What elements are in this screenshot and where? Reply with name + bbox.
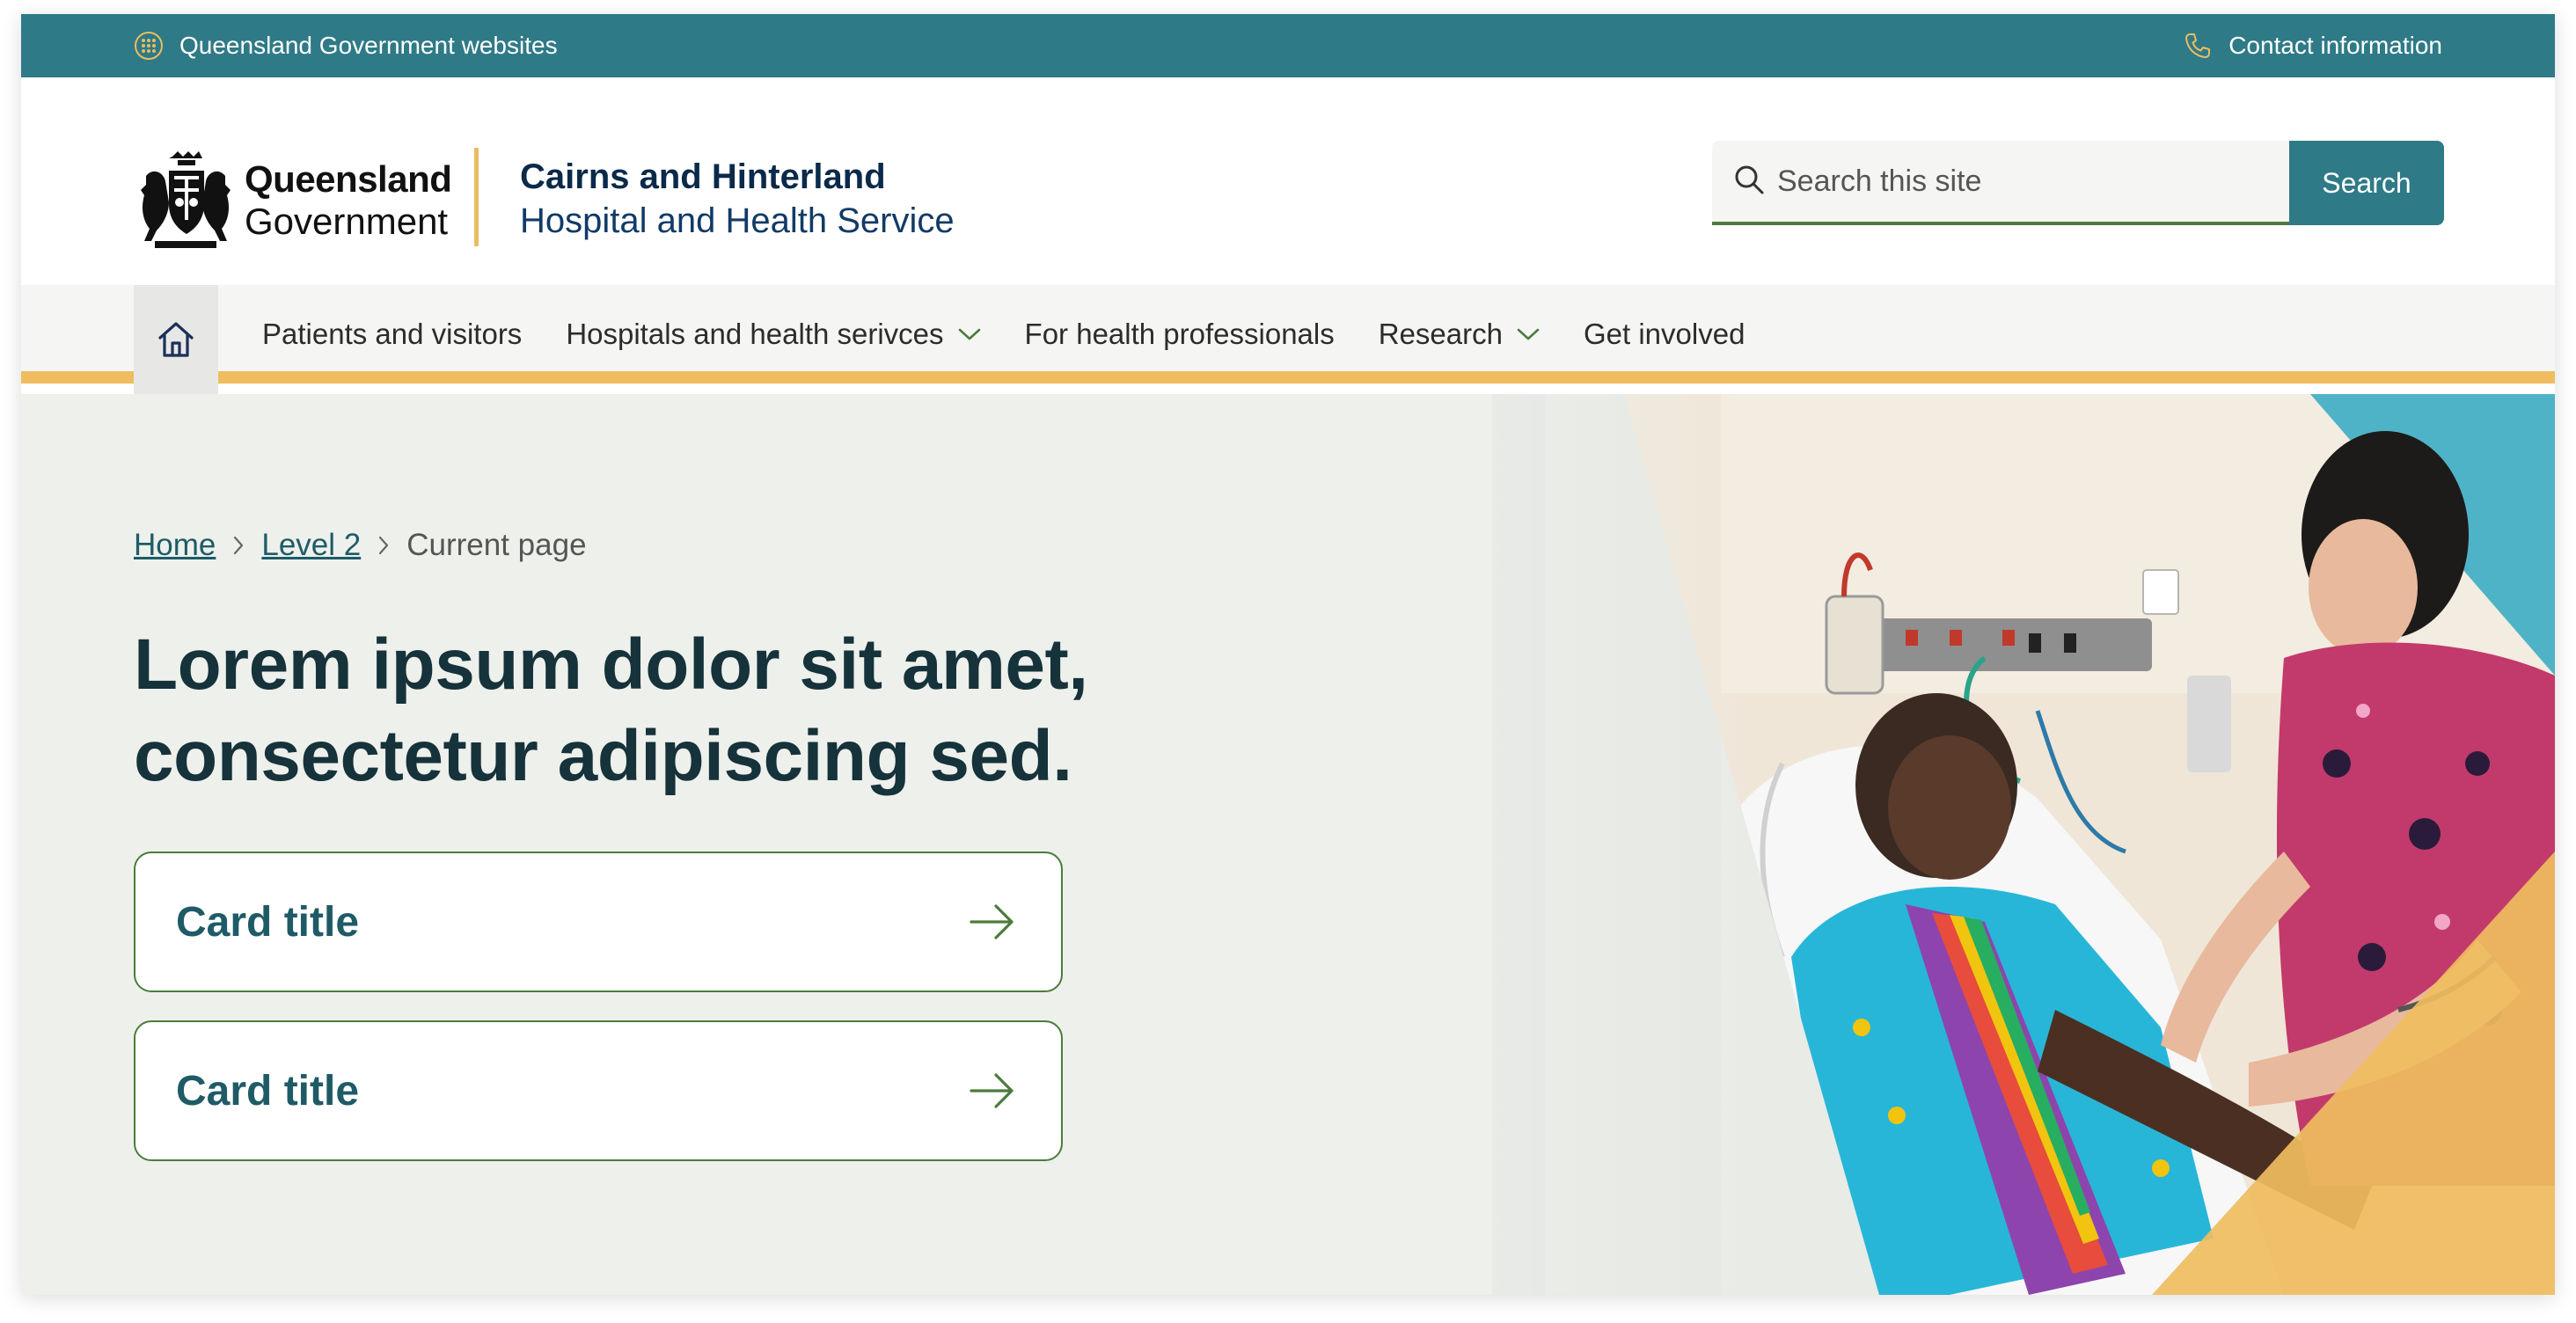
search-field[interactable] <box>1712 141 2289 225</box>
chevron-right-icon <box>379 536 389 555</box>
qg-logo-line2: Government <box>245 201 449 242</box>
card-title: Card title <box>176 1067 360 1115</box>
coat-of-arms-icon <box>141 151 231 248</box>
top-bar: Queensland Government websites Contact i… <box>21 14 2555 77</box>
chevron-right-icon <box>234 536 244 555</box>
nav-item-label: Research <box>1378 318 1503 350</box>
chevron-down-icon <box>958 328 980 340</box>
nav-item-hospitals-services[interactable]: Hospitals and health serivces <box>566 318 980 351</box>
nav-item-label: Patients and visitors <box>262 318 523 350</box>
nav-item-label: Get involved <box>1583 318 1745 350</box>
qg-logo-line1: Queensland <box>245 158 452 200</box>
card-title: Card title <box>176 898 360 946</box>
logo-divider <box>474 148 479 246</box>
service-name[interactable]: Cairns and Hinterland Hospital and Healt… <box>520 155 955 243</box>
search-form: Search <box>1712 141 2444 225</box>
search-input[interactable] <box>1777 164 2270 199</box>
main-nav: Patients and visitors Hospitals and heal… <box>21 285 2555 394</box>
search-button[interactable]: Search <box>2289 141 2444 225</box>
arrow-right-icon <box>970 1073 1014 1108</box>
phone-icon <box>2183 31 2213 61</box>
nav-item-patients-visitors[interactable]: Patients and visitors <box>262 318 522 351</box>
breadcrumb: Home Level 2 Current page <box>134 528 587 563</box>
contact-info-label: Contact information <box>2228 32 2442 59</box>
nav-item-get-involved[interactable]: Get involved <box>1584 318 1745 351</box>
page-title: Lorem ipsum dolor sit amet, consectetur … <box>134 625 1088 796</box>
service-name-line1: Cairns and Hinterland <box>520 157 886 196</box>
breadcrumb-current: Current page <box>406 528 587 562</box>
qg-logo[interactable]: Queensland Government <box>134 148 486 253</box>
arrow-right-icon <box>970 904 1014 939</box>
hero-banner: Home Level 2 Current page Lorem ipsum do… <box>21 394 2555 1295</box>
service-name-line2: Hospital and Health Service <box>520 201 955 240</box>
contact-info-link[interactable]: Contact information <box>2183 31 2442 61</box>
chevron-down-icon <box>1517 328 1540 340</box>
grid-icon <box>134 31 164 61</box>
card-link[interactable]: Card title <box>134 852 1063 992</box>
search-icon <box>1733 164 1765 200</box>
card-link[interactable]: Card title <box>134 1020 1063 1161</box>
qg-websites-label: Queensland Government websites <box>179 32 558 59</box>
nav-item-label: For health professionals <box>1024 318 1335 350</box>
nav-item-health-professionals[interactable]: For health professionals <box>1025 318 1335 351</box>
home-icon <box>158 322 194 357</box>
page-frame: Queensland Government websites Contact i… <box>21 14 2555 1295</box>
qg-websites-link[interactable]: Queensland Government websites <box>134 31 558 61</box>
nav-item-label: Hospitals and health serivces <box>566 318 944 350</box>
breadcrumb-level2-link[interactable]: Level 2 <box>261 528 361 563</box>
nav-home[interactable] <box>134 285 218 394</box>
hero-image <box>1492 394 2555 1295</box>
breadcrumb-home-link[interactable]: Home <box>134 528 216 563</box>
nav-item-research[interactable]: Research <box>1379 318 1540 351</box>
